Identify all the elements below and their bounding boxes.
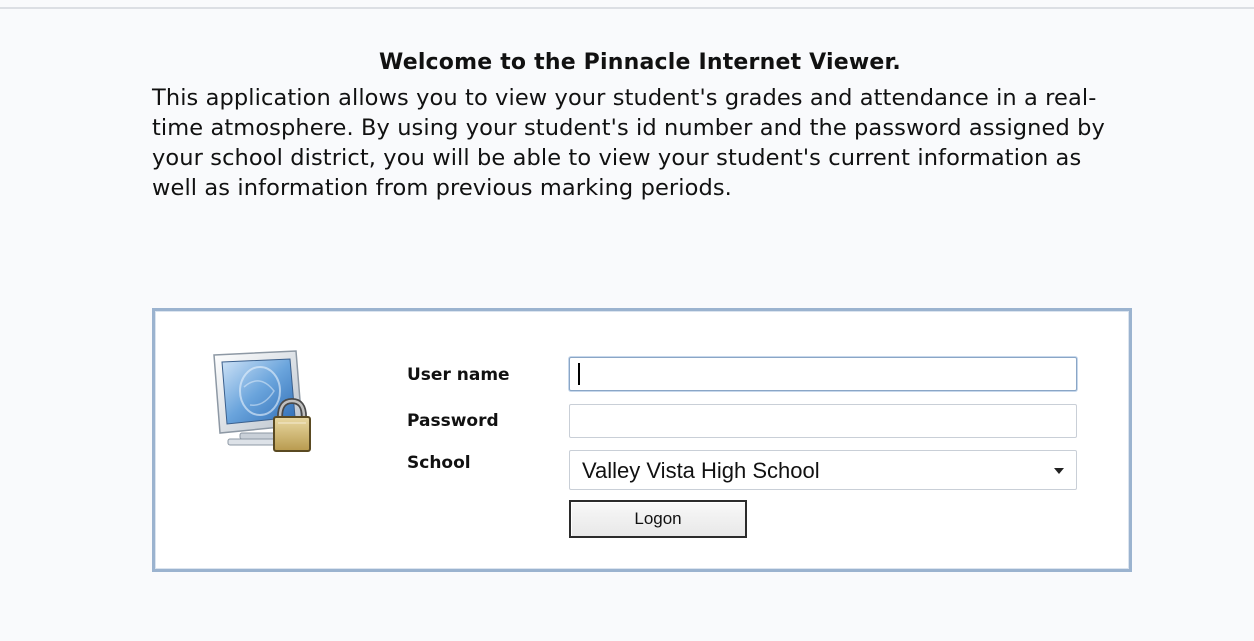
welcome-title: Welcome to the Pinnacle Internet Viewer. — [379, 50, 901, 75]
username-input[interactable] — [569, 357, 1077, 391]
login-panel: User name Password School Valley Vista H… — [152, 308, 1132, 572]
text-cursor — [578, 363, 580, 385]
computer-lock-icon — [213, 350, 311, 452]
password-input[interactable] — [569, 404, 1077, 438]
school-label: School — [407, 453, 471, 473]
password-label: Password — [407, 411, 499, 431]
logon-button[interactable]: Logon — [569, 500, 747, 538]
username-label: User name — [407, 365, 510, 385]
dropdown-arrow-icon[interactable] — [1054, 468, 1064, 474]
welcome-description: This application allows you to view your… — [152, 85, 1105, 201]
page: Welcome to the Pinnacle Internet Viewer.… — [0, 0, 1254, 641]
school-select[interactable]: Valley Vista High School — [569, 450, 1077, 490]
school-selected-value: Valley Vista High School — [582, 458, 820, 483]
top-divider — [0, 7, 1254, 9]
